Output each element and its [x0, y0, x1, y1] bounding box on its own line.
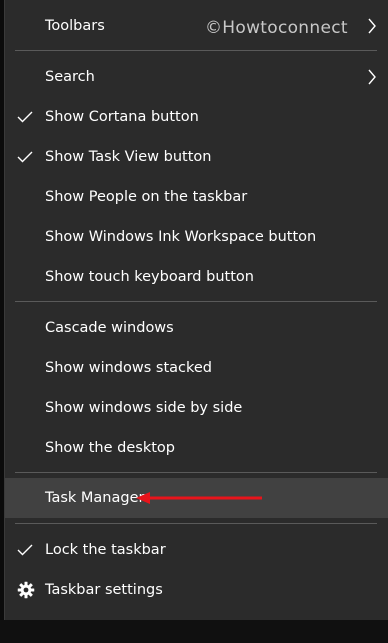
menu-item-label: Show Windows Ink Workspace button	[45, 229, 317, 245]
menu-item-cascade-windows[interactable]: Cascade windows	[5, 308, 388, 348]
menu-item-label: Cascade windows	[45, 320, 174, 336]
menu-item-windows-stacked[interactable]: Show windows stacked	[5, 348, 388, 388]
checkmark-icon	[17, 544, 33, 556]
menu-separator	[15, 50, 377, 51]
taskbar-strip	[0, 620, 388, 643]
chevron-right-icon	[368, 18, 376, 34]
menu-item-show-ink-workspace[interactable]: Show Windows Ink Workspace button	[5, 217, 388, 257]
menu-item-lock-taskbar[interactable]: Lock the taskbar	[5, 530, 388, 570]
chevron-right-icon	[368, 69, 376, 85]
menu-item-show-desktop[interactable]: Show the desktop	[5, 428, 388, 468]
menu-item-show-cortana[interactable]: Show Cortana button	[5, 97, 388, 137]
menu-item-search[interactable]: Search	[5, 57, 388, 97]
menu-item-label: Taskbar settings	[45, 582, 163, 598]
menu-item-label: Show Task View button	[45, 149, 212, 165]
menu-separator	[15, 472, 377, 473]
annotation-arrow-icon	[136, 492, 262, 504]
menu-separator	[15, 301, 377, 302]
menu-item-show-task-view[interactable]: Show Task View button	[5, 137, 388, 177]
menu-item-label: Show People on the taskbar	[45, 189, 248, 205]
menu-item-label: Search	[45, 69, 95, 85]
menu-item-label: Show the desktop	[45, 440, 175, 456]
menu-item-show-touch-keyboard[interactable]: Show touch keyboard button	[5, 257, 388, 297]
menu-item-label: Show touch keyboard button	[45, 269, 254, 285]
checkmark-icon	[17, 151, 33, 163]
menu-item-label: Lock the taskbar	[45, 542, 166, 558]
watermark-text: ©Howtoconnect	[205, 18, 348, 38]
menu-item-label: Toolbars	[45, 18, 105, 34]
menu-item-label: Show windows side by side	[45, 400, 243, 416]
menu-item-label: Show Cortana button	[45, 109, 199, 125]
menu-item-show-people[interactable]: Show People on the taskbar	[5, 177, 388, 217]
menu-item-label: Task Manager	[45, 490, 145, 506]
menu-separator	[15, 523, 377, 524]
taskbar-context-menu: Toolbars ©Howtoconnect Search Show Corta…	[4, 0, 388, 620]
menu-item-taskbar-settings[interactable]: Taskbar settings	[5, 570, 388, 610]
gear-icon	[17, 581, 35, 599]
menu-item-label: Show windows stacked	[45, 360, 213, 376]
checkmark-icon	[17, 111, 33, 123]
menu-item-windows-side-by-side[interactable]: Show windows side by side	[5, 388, 388, 428]
